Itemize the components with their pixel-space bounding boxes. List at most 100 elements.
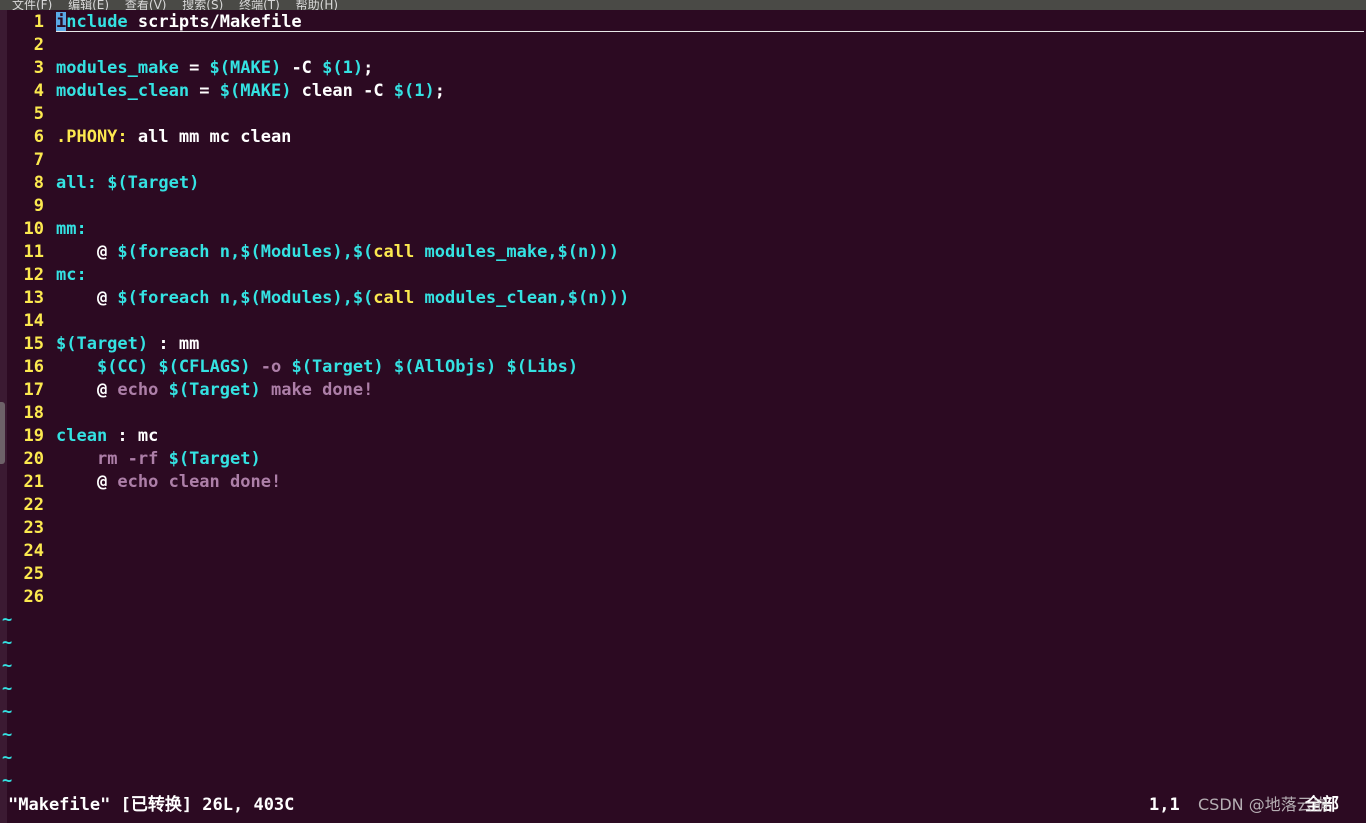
code-line[interactable]: 15 $(Target) : mm [7, 333, 1366, 356]
menu-view[interactable]: 查看(V) [125, 0, 167, 10]
code-token: = [189, 81, 220, 101]
line-number: 3 [33, 58, 44, 78]
code-token: $(MAKE) [209, 58, 282, 78]
line-number: 16 [23, 357, 44, 377]
code-token: @ [56, 472, 118, 492]
code-token: $(Target) [168, 449, 261, 469]
line-number: 22 [23, 495, 44, 515]
code-line[interactable]: 26 [7, 586, 1366, 609]
code-line[interactable]: 1 i nclude scripts/Makefile [7, 11, 1366, 34]
line-number: 2 [33, 35, 44, 55]
line-number: 15 [23, 334, 44, 354]
cursor-position: 1,1 [1149, 795, 1180, 815]
line-number: 23 [23, 518, 44, 538]
code-token: rm -rf [96, 449, 169, 469]
code-token: modules_clean,$(n))) [414, 288, 630, 308]
code-token: make done! [260, 380, 374, 400]
code-token: -C [281, 58, 323, 78]
code-token: modules_clean [56, 81, 190, 101]
empty-line-tilde: ~ [2, 748, 13, 768]
empty-line-tilde: ~ [2, 656, 13, 676]
code-line[interactable]: 17 @ echo $(Target) make done! [7, 379, 1366, 402]
code-token: $(CFLAGS) [158, 357, 251, 377]
code-line[interactable]: 14 [7, 310, 1366, 333]
text-cursor: i [56, 12, 67, 32]
code-line[interactable]: 5 [7, 103, 1366, 126]
code-token: mm: [56, 219, 87, 239]
code-token: modules_make [56, 58, 179, 78]
code-line[interactable]: 2 [7, 34, 1366, 57]
code-token: $(1) [393, 81, 435, 101]
line-number: 11 [23, 242, 44, 262]
menu-file[interactable]: 文件(F) [12, 0, 52, 10]
menu-terminal[interactable]: 终端(T) [239, 0, 280, 10]
code-token: : mm [148, 334, 200, 354]
code-line[interactable]: 10 mm: [7, 218, 1366, 241]
code-token: $(Target) [168, 380, 261, 400]
code-token: echo [117, 380, 169, 400]
vim-status-line: "Makefile" [已转换] 26L, 403C 1,1 全部 [8, 792, 1358, 818]
menu-search[interactable]: 搜索(S) [182, 0, 223, 10]
window-resize-handle[interactable] [0, 402, 5, 464]
code-line[interactable]: 4 modules_clean = $(MAKE) clean -C $(1); [7, 80, 1366, 103]
line-number: 6 [33, 127, 44, 147]
empty-line-tilde: ~ [2, 771, 13, 791]
file-info: "Makefile" [已转换] 26L, 403C [8, 795, 295, 815]
code-line[interactable]: 23 [7, 517, 1366, 540]
menu-edit[interactable]: 编辑(E) [68, 0, 109, 10]
code-token: echo clean done! [117, 472, 282, 492]
code-token: clean -C [291, 81, 394, 101]
line-number: 24 [23, 541, 44, 561]
code-line[interactable]: 24 [7, 540, 1366, 563]
line-number: 12 [23, 265, 44, 285]
code-token: mc: [56, 265, 87, 285]
code-token: modules_make,$(n))) [414, 242, 619, 262]
line-number: 17 [23, 380, 44, 400]
line-number: 8 [33, 173, 44, 193]
code-line[interactable]: 21 @ echo clean done! [7, 471, 1366, 494]
code-token: ; [434, 81, 445, 101]
code-line[interactable]: 19 clean : mc [7, 425, 1366, 448]
code-token: = [178, 58, 210, 78]
code-token: call [373, 242, 415, 262]
cursor-line-underline [56, 31, 1364, 32]
empty-line-tilde: ~ [2, 679, 13, 699]
code-token: all: [56, 173, 97, 193]
empty-line-tilde: ~ [2, 610, 13, 630]
line-number: 4 [33, 81, 44, 101]
code-line[interactable]: 13 @ $(foreach n,$(Modules),$(call modul… [7, 287, 1366, 310]
code-token: $(Target) [107, 173, 200, 193]
empty-line-tilde: ~ [2, 725, 13, 745]
line-number: 21 [23, 472, 44, 492]
line-number: 18 [23, 403, 44, 423]
code-line[interactable]: 25 [7, 563, 1366, 586]
code-token: call [373, 288, 415, 308]
code-line[interactable]: 3 modules_make = $(MAKE) -C $(1); [7, 57, 1366, 80]
code-line[interactable]: 12 mc: [7, 264, 1366, 287]
menu-help[interactable]: 帮助(H) [296, 0, 338, 10]
code-line[interactable]: 18 [7, 402, 1366, 425]
menu-bar: 文件(F) 编辑(E) 查看(V) 搜索(S) 终端(T) 帮助(H) [0, 0, 1366, 10]
code-line[interactable]: 11 @ $(foreach n,$(Modules),$(call modul… [7, 241, 1366, 264]
code-line[interactable]: 22 [7, 494, 1366, 517]
line-number: 1 [33, 12, 44, 32]
code-token: $(CC) [96, 357, 149, 377]
vim-editor-buffer[interactable]: 1 i nclude scripts/Makefile 2 3 modules_make … [2, 11, 1366, 793]
code-token: $(Target) [56, 334, 149, 354]
code-line[interactable]: 9 [7, 195, 1366, 218]
code-line[interactable]: 20 rm -rf $(Target) [7, 448, 1366, 471]
csdn-watermark: CSDN @地落云崩 [1198, 795, 1329, 814]
code-token: scripts/Makefile [127, 12, 302, 32]
line-number: 9 [33, 196, 44, 216]
line-number: 7 [33, 150, 44, 170]
code-line[interactable]: 8 all: $(Target) [7, 172, 1366, 195]
code-line[interactable]: 7 [7, 149, 1366, 172]
code-line[interactable]: 6 .PHONY: all mm mc clean [7, 126, 1366, 149]
code-line[interactable]: 16 $(CC) $(CFLAGS) -o $(Target) $(AllObj… [7, 356, 1366, 379]
